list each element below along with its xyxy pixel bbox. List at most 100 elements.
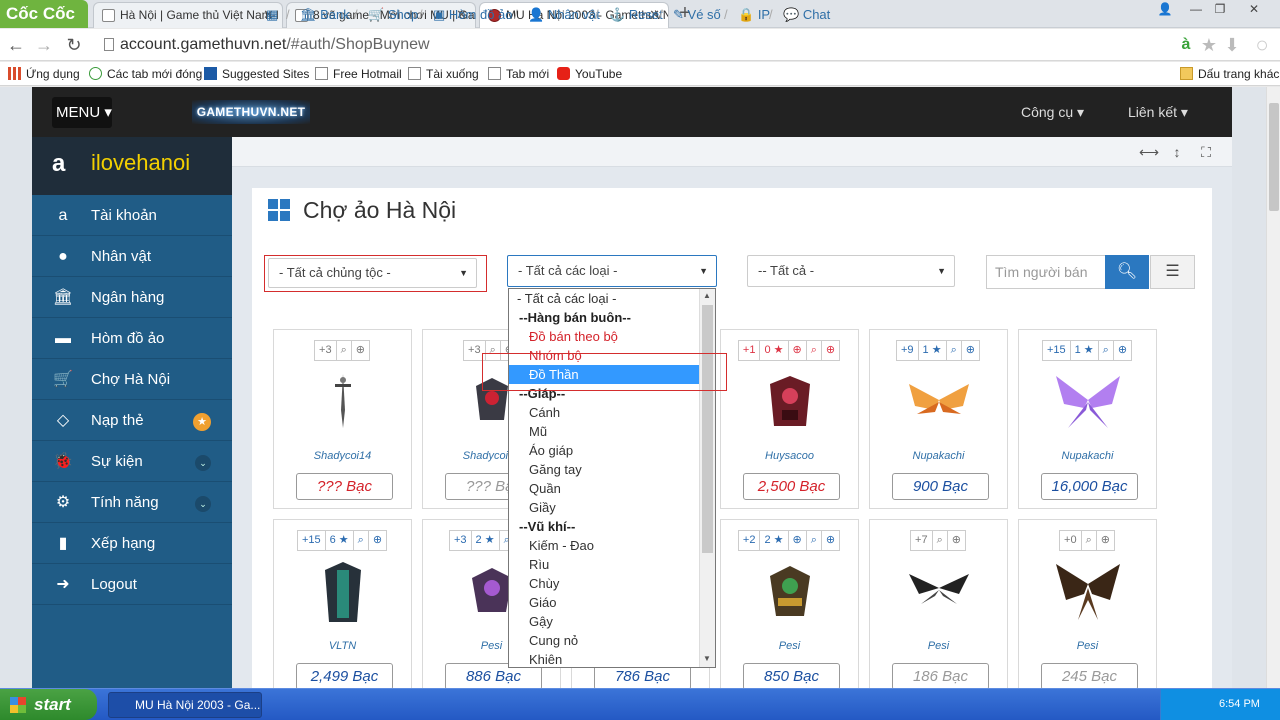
item-card[interactable]: +2 2 ★ ⊕ ⌕ ⊕ Pesi 850 Bạc (720, 519, 859, 699)
dropdown-option[interactable]: Găng tay (509, 460, 700, 479)
dropdown-option[interactable]: Kiếm - Đao (509, 536, 700, 555)
item-card[interactable]: +15 6 ★ ⌕ ⊕ VLTN 2,499 Bạc (273, 519, 412, 699)
seller-name[interactable]: Huysacoo (721, 450, 858, 462)
download-icon[interactable]: ⬇ (1222, 35, 1242, 55)
close-window-button[interactable]: ✕ (1242, 0, 1266, 18)
list-view-button[interactable]: ☰ (1150, 255, 1195, 289)
zoom-in-icon[interactable]: ⊕ (820, 340, 841, 361)
dropdown-option[interactable]: Rìu (509, 555, 700, 574)
profile-circle-icon[interactable]: ○ (1252, 34, 1272, 56)
breadcrumb-link[interactable]: ▣ Hòm đồ ảo (433, 7, 513, 23)
zoom-in-icon[interactable]: ⊕ (960, 340, 980, 361)
sidebar-item-inventory[interactable]: ▬ Hòm đồ ảo (32, 319, 232, 359)
item-card[interactable]: +15 1 ★ ⌕ ⊕ Nupakachi 16,000 Bạc (1018, 329, 1157, 509)
dropdown-option[interactable]: Giáo (509, 593, 700, 612)
price-button[interactable]: 245 Bạc (1041, 663, 1138, 690)
seller-name[interactable]: Nupakachi (870, 450, 1007, 462)
browser-logo[interactable]: Cốc Cốc (0, 0, 88, 28)
seller-search-input[interactable]: Tìm người bán (986, 255, 1106, 289)
back-icon[interactable]: ← (6, 35, 26, 55)
breadcrumb-link[interactable]: 👤 Nhân vật (528, 7, 600, 23)
price-button[interactable]: 850 Bạc (743, 663, 840, 690)
maximize-button[interactable]: ❐ (1208, 0, 1232, 18)
sidebar-item-account[interactable]: a Tài khoản (32, 196, 232, 236)
minimize-button[interactable]: — (1184, 0, 1208, 18)
bookmark-closed-tabs[interactable]: Các tab mới đóng (89, 66, 202, 82)
taskbar-window-button[interactable]: MU Hà Nội 2003 - Ga... (108, 692, 262, 718)
seller-name[interactable]: Nupakachi (1019, 450, 1156, 462)
dropdown-option[interactable]: Áo giáp (509, 441, 700, 460)
add-circle-icon[interactable]: ⊕ (787, 530, 807, 551)
zoom-in-icon[interactable]: ⊕ (367, 530, 388, 551)
all-filter-select[interactable]: -- Tất cả - ▼ (747, 255, 955, 287)
item-card[interactable]: +7 ⌕ ⊕ Pesi 186 Bạc (869, 519, 1008, 699)
dropdown-option[interactable]: Quần (509, 479, 700, 498)
user-icon[interactable]: 👤 (1153, 0, 1177, 18)
dropdown-scrollbar[interactable]: ▲ ▼ (699, 289, 715, 667)
price-button[interactable]: ??? Bạc (296, 473, 393, 500)
breadcrumb-link[interactable]: 💬 Chat (783, 7, 830, 23)
clock[interactable]: 6:54 PM (1219, 698, 1260, 710)
item-card[interactable]: +1 0 ★ ⊕ ⌕ ⊕ Huysacoo 2,500 Bạc (720, 329, 859, 509)
zoom-in-icon[interactable]: ⊕ (1112, 340, 1133, 361)
sidebar-item-market[interactable]: 🛒 Chợ Hà Nội (32, 360, 232, 400)
dropdown-option[interactable]: Giầy (509, 498, 700, 517)
search-icon[interactable]: ⌕ (352, 530, 369, 551)
expand-vertical-icon[interactable]: ↕ (1168, 143, 1186, 161)
search-icon[interactable]: ⌕ (335, 340, 352, 361)
sidebar-item-character[interactable]: ● Nhân vật (32, 237, 232, 277)
dropdown-option[interactable]: Chùy (509, 574, 700, 593)
seller-name[interactable]: VLTN (274, 640, 411, 652)
collapse-horizontal-icon[interactable]: ⟷ (1139, 143, 1159, 161)
item-card[interactable]: +9 1 ★ ⌕ ⊕ Nupakachi 900 Bạc (869, 329, 1008, 509)
search-icon[interactable]: ⌕ (1097, 340, 1114, 361)
search-icon[interactable]: ⌕ (945, 340, 962, 361)
dropdown-option[interactable]: - Tất cả các loại - (509, 289, 700, 308)
search-icon[interactable]: ⌕ (805, 530, 822, 551)
zoom-in-icon[interactable]: ⊕ (1095, 530, 1115, 551)
bookmark-suggested[interactable]: Suggested Sites (204, 66, 309, 82)
price-button[interactable]: 900 Bạc (892, 473, 989, 500)
seller-name[interactable]: Pesi (1019, 640, 1156, 652)
zoom-in-icon[interactable]: ⊕ (820, 530, 841, 551)
start-button[interactable]: start (0, 689, 97, 720)
search-icon[interactable]: ⌕ (931, 530, 948, 551)
chevron-down-icon[interactable]: ⌄ (195, 455, 211, 471)
scroll-down-icon[interactable]: ▼ (703, 654, 711, 663)
sidebar-item-bank[interactable]: 🏛 Ngân hàng (32, 278, 232, 318)
scrollbar-thumb[interactable] (1269, 103, 1279, 211)
dropdown-option[interactable]: Khiên (509, 650, 700, 667)
bookmark-new-tab[interactable]: Tab mới (488, 66, 549, 82)
seller-name[interactable]: Shadycoi14 (274, 450, 411, 462)
scroll-up-icon[interactable]: ▲ (703, 291, 711, 300)
search-icon[interactable]: ⌕ (1080, 530, 1097, 551)
bookmark-apps[interactable]: Ứng dụng (8, 66, 80, 82)
bookmark-youtube[interactable]: YouTube (557, 66, 622, 82)
sidebar-item-ranking[interactable]: ▮ Xếp hạng (32, 524, 232, 564)
dropdown-option[interactable]: Cung nỏ (509, 631, 700, 650)
browser-tab-1[interactable]: Hà Nội | Game thủ Việt Nam-I ✕ (93, 2, 283, 28)
other-bookmarks[interactable]: Dấu trang khác (1180, 66, 1279, 82)
bookmark-hotmail[interactable]: Free Hotmail (315, 66, 402, 82)
price-button[interactable]: 16,000 Bạc (1041, 473, 1138, 500)
home-icon[interactable]: ▦ (266, 7, 278, 23)
star-icon[interactable]: ★ (1199, 35, 1219, 55)
zoom-in-icon[interactable]: ⊕ (350, 340, 370, 361)
price-button[interactable]: 186 Bạc (892, 663, 989, 690)
url-bar[interactable]: account.gamethuvn.net/#auth/ShopBuynew (98, 32, 1196, 58)
reload-icon[interactable]: ↻ (64, 35, 84, 55)
links-menu[interactable]: Liên kết ▾ (1128, 104, 1188, 121)
dropdown-option[interactable]: Mũ (509, 422, 700, 441)
dropdown-option[interactable]: Đồ bán theo bộ (509, 327, 700, 346)
type-filter-select[interactable]: - Tất cả các loại - ▼ (507, 255, 717, 287)
add-circle-icon[interactable]: ⊕ (787, 340, 807, 361)
price-button[interactable]: 2,499 Bạc (296, 663, 393, 690)
sidebar-item-topup[interactable]: ◇ Nạp thẻ ★ (32, 401, 232, 441)
search-icon[interactable]: ⌕ (805, 340, 822, 361)
type-dropdown-list[interactable]: - Tất cả các loại - --Hàng bán buôn-- Đồ b… (508, 288, 716, 668)
search-button[interactable]: 🔍︎ (1105, 255, 1149, 289)
menu-button[interactable]: MENU ▾ (52, 97, 112, 128)
dropdown-option[interactable]: Cánh (509, 403, 700, 422)
race-filter-select[interactable]: - Tất cả chủng tộc - ▼ (268, 258, 477, 288)
breadcrumb-link[interactable]: ✎ Vé số (673, 7, 721, 23)
